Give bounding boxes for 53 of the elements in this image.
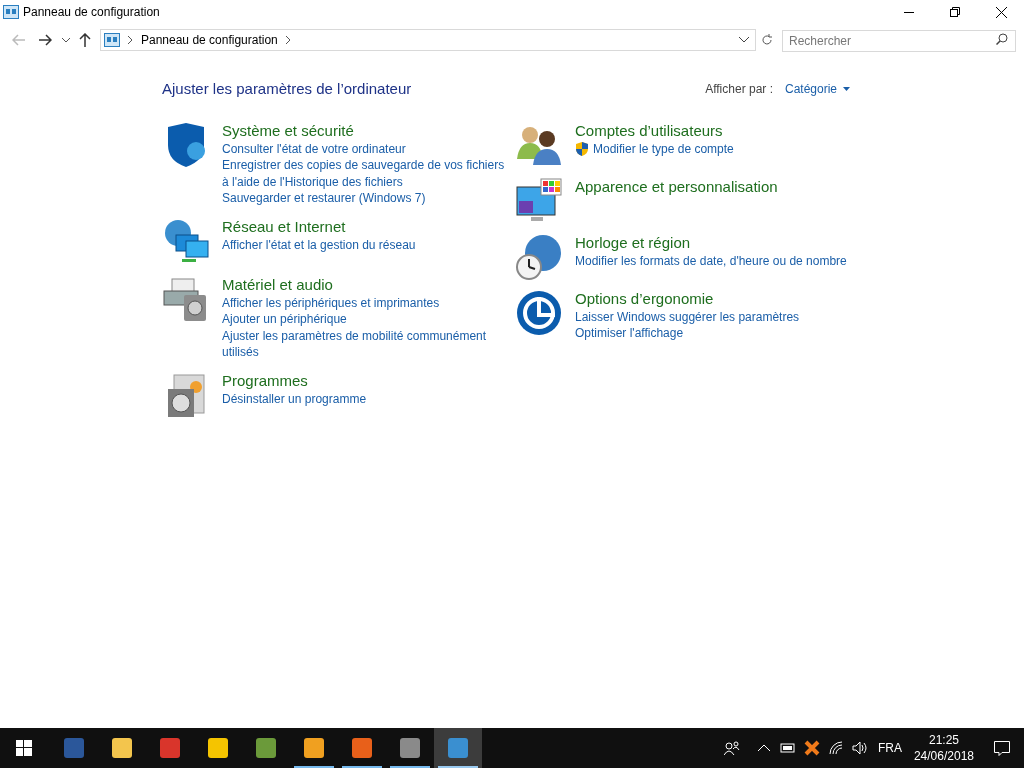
category-link[interactable]: Programmes: [222, 370, 367, 391]
category-link[interactable]: Comptes d’utilisateurs: [575, 120, 734, 141]
chevron-up-icon: [757, 744, 770, 752]
close-icon: [995, 6, 1007, 18]
task-link[interactable]: Consulter l'état de votre ordinateur: [222, 140, 406, 157]
category-link[interactable]: Système et sécurité: [222, 120, 507, 141]
category-link[interactable]: Réseau et Internet: [222, 216, 416, 237]
search-field[interactable]: Rechercher: [782, 30, 1016, 52]
category-link[interactable]: Options d’ergonomie: [575, 288, 800, 309]
back-arrow-icon: [12, 34, 26, 46]
task-link[interactable]: Ajouter un périphérique: [222, 311, 347, 328]
chevron-icon: [128, 36, 133, 44]
forward-arrow-icon: [38, 34, 52, 46]
category-link[interactable]: Apparence et personnalisation: [575, 176, 778, 197]
task-link[interactable]: Laisser Windows suggérer les paramètres: [575, 308, 800, 325]
task-link[interactable]: Modifier les formats de date, d'heure ou de nombre: [575, 252, 847, 269]
windows-logo-icon: [16, 740, 32, 756]
chevron-icon: [285, 36, 291, 44]
clock[interactable]: 21:25 24/06/2018: [913, 732, 974, 764]
task-link[interactable]: Ajuster les paramètres de mobilité communément utilisés: [222, 327, 507, 361]
accessibility-icon: [515, 288, 563, 337]
address-bar[interactable]: Panneau de configuration: [100, 29, 756, 51]
dropdown-caret-icon: [739, 37, 749, 43]
task-link[interactable]: Enregistrer des copies de sauvegarde de vos fichiers à l'aide de l'Historique des fichiers: [222, 157, 507, 190]
task-link[interactable]: Afficher les périphériques et imprimantes: [222, 294, 440, 311]
category-link[interactable]: Horloge et région: [575, 232, 847, 253]
restore-icon: [950, 7, 960, 17]
up-arrow-icon: [79, 33, 91, 47]
battery-icon: [779, 743, 796, 753]
task-link[interactable]: Afficher l'état et la gestion du réseau: [222, 236, 416, 253]
speech-bubble-icon: [994, 740, 1010, 756]
caret-icon: [62, 37, 70, 43]
breadcrumb[interactable]: Panneau de configuration: [141, 31, 278, 49]
taskbar-app-button[interactable]: [434, 728, 482, 768]
task-link[interactable]: Sauvegarder et restaurer (Windows 7): [222, 190, 426, 207]
view-by-dropdown[interactable]: Catégorie: [784, 80, 850, 99]
task-link[interactable]: Optimiser l'affichage: [575, 325, 684, 342]
task-link[interactable]: Modifier le type de compte: [593, 140, 734, 157]
category-link[interactable]: Matériel et audio: [222, 274, 507, 295]
task-link[interactable]: Désinstaller un programme: [222, 390, 367, 407]
people-icon: [723, 741, 740, 755]
refresh-icon: [761, 34, 773, 46]
wifi-icon: [827, 741, 844, 755]
volume-icon: [851, 741, 868, 755]
minimize-icon: [904, 11, 914, 13]
search-icon: [996, 33, 1008, 45]
window-title: Panneau de configuration: [23, 4, 160, 21]
language-indicator[interactable]: FRA: [877, 739, 902, 757]
globe-clock-icon: [515, 232, 563, 281]
view-by-label: Afficher par :: [705, 81, 773, 99]
shield-icon: [575, 141, 589, 156]
page-heading: Ajuster les paramètres de l’ordinateur: [162, 79, 412, 99]
caret-icon: [843, 87, 850, 92]
